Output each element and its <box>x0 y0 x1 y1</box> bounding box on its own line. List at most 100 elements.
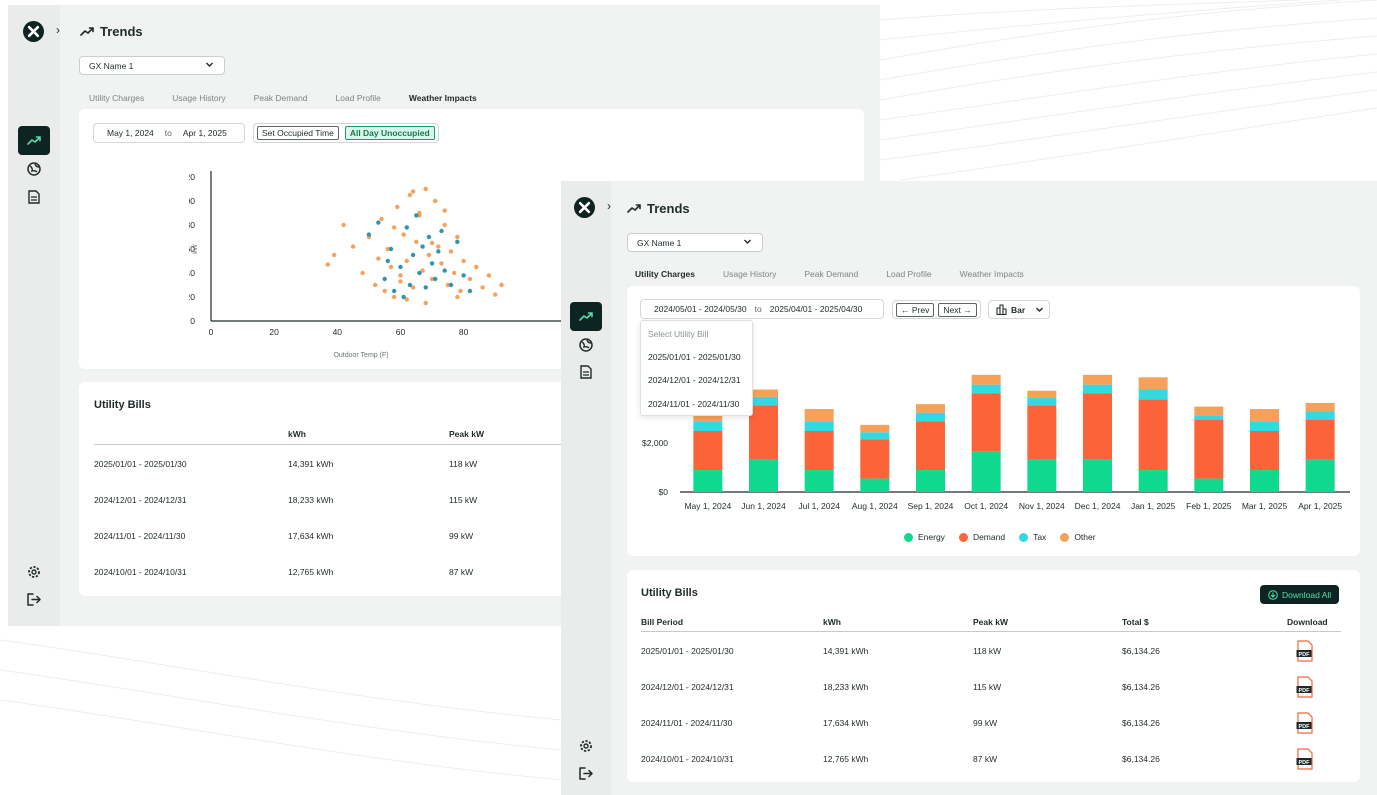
header-total: Total $ <box>1122 617 1149 627</box>
legend-demand: Demand <box>958 532 1005 542</box>
tab-usage-history[interactable]: Usage History <box>172 93 225 103</box>
sidebar-item-logout[interactable] <box>570 759 602 788</box>
app-logo[interactable] <box>23 21 44 42</box>
tab-weather-impacts[interactable]: Weather Impacts <box>409 93 477 103</box>
all-day-unoccupied-button[interactable]: All Day Unoccupied <box>344 126 435 140</box>
scatter-point <box>448 282 454 288</box>
next-button[interactable]: Next → <box>938 302 977 317</box>
bar-segment-other <box>749 389 778 397</box>
sidebar-item-globe[interactable] <box>18 154 50 183</box>
tab-usage-history[interactable]: Usage History <box>723 269 776 279</box>
chart-type-select[interactable]: Bar <box>988 300 1050 319</box>
tab-weather-impacts[interactable]: Weather Impacts <box>960 269 1024 279</box>
bill-kwh: 14,391 kWh <box>288 459 334 469</box>
bar-segment-demand <box>804 431 834 471</box>
gx-select[interactable]: GX Name 1 <box>627 233 763 252</box>
sidebar-item-reports[interactable] <box>18 182 50 211</box>
x-tick-label: 20 <box>269 327 279 337</box>
gx-select[interactable]: GX Name 1 <box>79 56 225 75</box>
sidebar-item-logout[interactable] <box>18 585 50 614</box>
x-tick-label: Mar 1, 2025 <box>1242 501 1288 511</box>
date-to: 2025/04/01 - 2025/04/30 <box>769 304 863 314</box>
pdf-icon[interactable]: PDF <box>1296 712 1314 734</box>
tab-peak-demand[interactable]: Peak Demand <box>804 269 858 279</box>
set-occupied-button[interactable]: Set Occupied Time <box>257 126 339 140</box>
chevron-down-icon <box>206 62 213 67</box>
sidebar-item-trends[interactable] <box>18 126 50 155</box>
dropdown-option[interactable]: 2025/01/01 - 2025/01/30 <box>648 352 741 362</box>
sidebar-item-globe[interactable] <box>570 330 602 359</box>
scatter-point <box>391 225 397 230</box>
tab-utility-charges[interactable]: Utility Charges <box>635 269 695 279</box>
header-peak-kw: Peak kW <box>449 429 484 439</box>
bill-peak: 99 kW <box>449 531 474 541</box>
header-kwh: kWh <box>823 617 841 627</box>
pdf-label: PDF <box>1299 688 1311 694</box>
demand-swatch <box>958 532 968 542</box>
download-all-label: Download All <box>1282 589 1332 600</box>
scatter-point <box>382 276 387 282</box>
pdf-icon[interactable]: PDF <box>1296 640 1314 662</box>
charges-chart-card: 2024/05/01 - 2024/05/30 to 2025/04/01 - … <box>627 286 1360 556</box>
dropdown-placeholder: Select Utility Bill <box>648 329 709 339</box>
bar-segment-tax <box>971 384 1001 394</box>
scatter-point <box>407 282 413 288</box>
pdf-icon[interactable]: PDF <box>1296 676 1314 698</box>
scatter-point <box>414 213 419 218</box>
app-logo[interactable] <box>574 197 595 218</box>
bar-segment-tax <box>1250 421 1279 431</box>
scatter-point <box>341 222 346 228</box>
energy-swatch <box>904 532 913 542</box>
sidebar-item-reports[interactable] <box>570 357 602 386</box>
bill-peak: 115 kW <box>449 495 478 505</box>
bill-peak: 87 kW <box>973 754 998 764</box>
chevron-right-icon[interactable]: › <box>56 23 60 37</box>
chevron-right-icon[interactable]: › <box>607 199 611 213</box>
arrow-left-icon: ← <box>901 304 910 315</box>
bar-segment-tax <box>916 412 945 422</box>
tab-load-profile[interactable]: Load Profile <box>886 269 931 279</box>
y-tick-label: 100 <box>189 196 195 206</box>
gear-icon <box>580 739 592 752</box>
sidebar: › <box>561 181 611 795</box>
sidebar-item-settings[interactable] <box>18 557 50 586</box>
trend-up-icon <box>627 203 641 213</box>
scatter-point <box>455 239 460 244</box>
scatter-point <box>442 268 447 273</box>
x-tick-label: 60 <box>396 327 406 337</box>
bill-peak: 115 kW <box>973 682 1002 692</box>
sidebar-item-trends[interactable] <box>570 302 602 331</box>
bar-segment-demand <box>693 431 723 471</box>
page-title: Trends <box>100 24 143 39</box>
logout-icon <box>27 593 41 606</box>
other-swatch <box>1060 532 1070 542</box>
tab-peak-demand[interactable]: Peak Demand <box>254 93 308 103</box>
bar-segment-demand <box>971 393 1001 452</box>
page-header: Trends <box>627 201 690 216</box>
bar-segment-energy <box>1305 459 1335 492</box>
dropdown-option[interactable]: 2024/12/01 - 2024/12/31 <box>648 375 741 385</box>
dropdown-option[interactable]: 2024/11/01 - 2024/11/30 <box>648 399 739 409</box>
date-range-picker[interactable]: May 1, 2024 to Apr 1, 2025 <box>93 123 245 143</box>
bar-segment-energy <box>1083 459 1112 492</box>
tab-load-profile[interactable]: Load Profile <box>336 93 381 103</box>
page-header: Trends <box>80 24 143 39</box>
bar-segment-other <box>1305 402 1335 412</box>
pdf-label: PDF <box>1299 652 1311 658</box>
tab-utility-charges[interactable]: Utility Charges <box>89 93 144 103</box>
sidebar-item-settings[interactable] <box>570 731 602 760</box>
scatter-point <box>455 294 460 300</box>
trends-window-utility-charges: › Trends GX Name 1 Utility Charges Usage… <box>561 181 1377 795</box>
download-all-button[interactable]: Download All <box>1260 585 1340 604</box>
bill-period: 2024/11/01 - 2024/11/30 <box>94 531 186 541</box>
header-kwh: kWh <box>288 429 306 439</box>
bill-range-picker[interactable]: 2024/05/01 - 2024/05/30 to 2025/04/01 - … <box>640 299 884 319</box>
scatter-point <box>480 285 485 290</box>
gx-select-value: GX Name 1 <box>89 60 134 71</box>
scatter-point <box>417 270 422 276</box>
scatter-point <box>379 216 384 222</box>
prev-button[interactable]: ← Prev <box>896 302 935 317</box>
bill-total: $6,134.26 <box>1122 718 1160 728</box>
pdf-icon[interactable]: PDF <box>1296 748 1314 770</box>
bar-segment-energy <box>1027 459 1057 492</box>
